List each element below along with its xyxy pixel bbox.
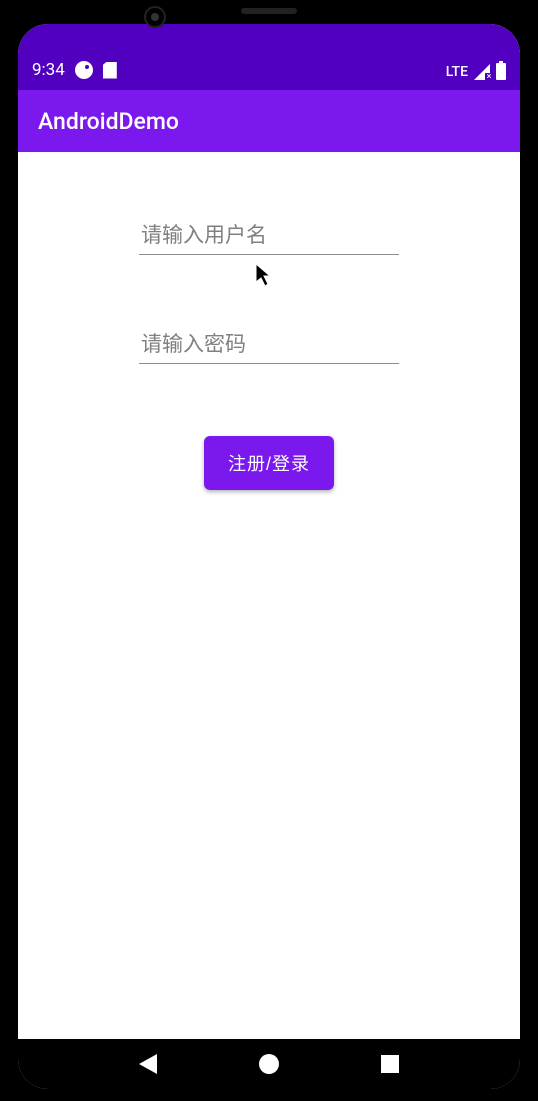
navigation-bar xyxy=(18,1039,520,1089)
app-bar: AndroidDemo xyxy=(18,90,520,152)
signal-icon xyxy=(474,64,490,80)
nav-back-button[interactable] xyxy=(139,1054,157,1074)
sd-card-icon xyxy=(103,62,117,79)
camera-dot xyxy=(144,6,166,28)
status-bar-right: LTE xyxy=(446,63,506,80)
register-login-button[interactable]: 注册/登录 xyxy=(204,436,334,490)
data-saver-icon xyxy=(75,61,93,79)
nav-home-button[interactable] xyxy=(259,1054,279,1074)
username-input[interactable] xyxy=(139,218,399,255)
phone-frame: 9:34 LTE AndroidDemo 注册/登录 xyxy=(0,0,538,1101)
app-title: AndroidDemo xyxy=(38,108,179,135)
status-time: 9:34 xyxy=(32,60,65,80)
login-form: 注册/登录 xyxy=(18,152,520,1039)
screen: 9:34 LTE AndroidDemo 注册/登录 xyxy=(18,24,520,1089)
nav-recent-button[interactable] xyxy=(381,1055,399,1073)
network-type-label: LTE xyxy=(446,64,468,80)
status-bar-left: 9:34 xyxy=(32,60,117,80)
speaker-grille xyxy=(241,8,297,14)
battery-icon xyxy=(496,63,506,80)
status-bar: 9:34 LTE xyxy=(18,24,520,90)
password-input[interactable] xyxy=(139,327,399,364)
